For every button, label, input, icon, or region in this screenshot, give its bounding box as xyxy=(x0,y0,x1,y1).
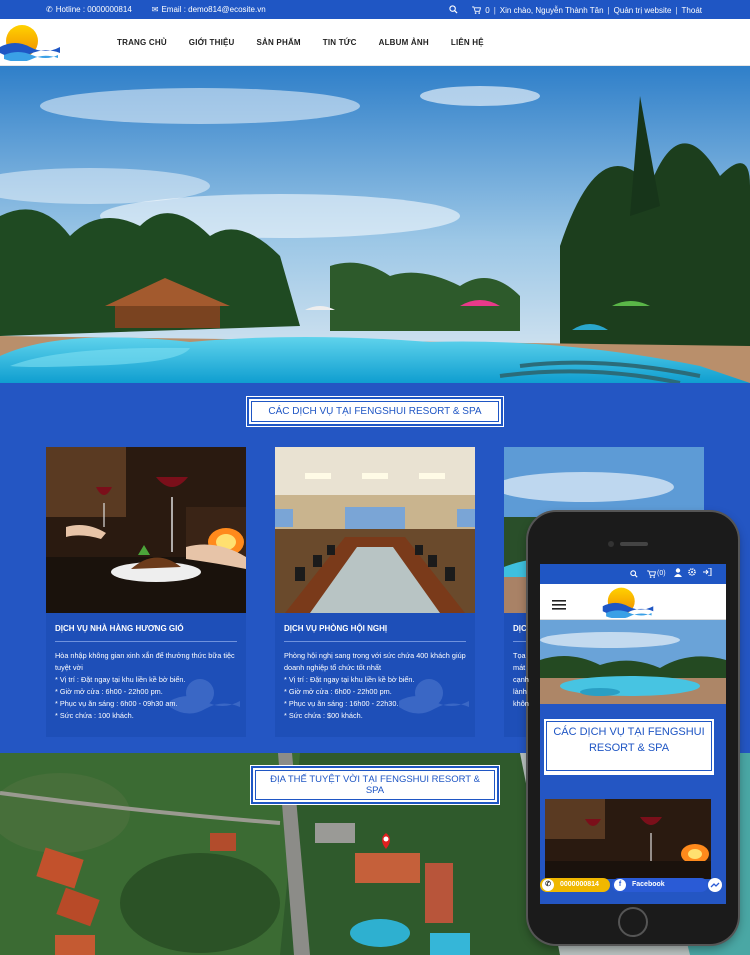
cart-icon[interactable] xyxy=(472,5,482,16)
user-icon[interactable] xyxy=(674,568,682,579)
messenger-icon[interactable] xyxy=(708,878,722,892)
menu-list: TRANG CHỦ GIỚI THIỆU SẢN PHẨM TIN TỨC AL… xyxy=(117,38,506,47)
facebook-button[interactable]: f Facebook xyxy=(612,878,708,892)
home-button[interactable] xyxy=(618,907,648,937)
mail-icon: ✉ xyxy=(151,5,159,14)
logout-link[interactable]: Thoát xyxy=(682,6,702,15)
mobile-services-heading-text: CÁC DỊCH VỤ TẠI FENGSHUI RESORT & SPA xyxy=(546,721,712,771)
phone-mockup: (0) CÁC DỊCH VỤ TẠI FENGSHUI RESORT & SP… xyxy=(528,512,738,944)
mobile-restaurant-image xyxy=(545,799,711,879)
service-card-desc: Phòng hội nghị sang trọng với sức chứa 4… xyxy=(284,651,466,720)
services-heading: CÁC DỊCH VỤ TẠI FENGSHUI RESORT & SPA xyxy=(246,396,504,427)
hotline-button[interactable]: ✆ 0000000814 xyxy=(540,878,610,892)
divider xyxy=(284,641,466,642)
search-icon[interactable] xyxy=(630,570,638,578)
divider: | xyxy=(675,6,678,15)
mobile-top-bar: (0) xyxy=(540,564,726,584)
email-text: Email : demo814@ecosite.vn xyxy=(161,5,266,14)
gear-icon[interactable] xyxy=(688,568,696,578)
divider xyxy=(55,641,237,642)
hotline-number: 0000000814 xyxy=(560,881,599,888)
mobile-contact-bar: ✆ 0000000814 f Facebook xyxy=(540,878,726,896)
main-navigation: TRANG CHỦ GIỚI THIỆU SẢN PHẨM TIN TỨC AL… xyxy=(0,19,750,66)
top-bar: ✆ Hotline : 0000000814 ✉ Email : demo814@e… xyxy=(0,0,750,19)
nav-item-about[interactable]: GIỚI THIỆU xyxy=(189,38,235,47)
service-card-desc: Hòa nhập không gian xinh xắn để thưởng t… xyxy=(55,651,235,720)
divider: | xyxy=(493,6,496,15)
greeting-text: Xin chào, Nguyễn Thành Tân xyxy=(499,6,604,15)
logout-icon[interactable] xyxy=(703,567,712,578)
service-card-conference[interactable]: DỊCH VỤ PHÒNG HỘI NGHỊ Phòng hội nghị sa… xyxy=(275,447,475,737)
conference-image xyxy=(275,447,475,613)
hotline-text: Hotline : 0000000814 xyxy=(55,5,132,14)
nav-item-home[interactable]: TRANG CHỦ xyxy=(117,38,167,47)
hero-banner xyxy=(0,66,750,383)
hotline-info[interactable]: ✆ Hotline : 0000000814 xyxy=(46,5,132,14)
service-card-restaurant[interactable]: DỊCH VỤ NHÀ HÀNG HƯƠNG GIÓ Hòa nhập khôn… xyxy=(46,447,246,737)
restaurant-image xyxy=(46,447,246,613)
mobile-cart-count[interactable]: (0) xyxy=(657,570,666,577)
phone-icon: ✆ xyxy=(542,879,554,891)
location-heading: ĐỊA THẾ TUYỆT VỜI TẠI FENGSHUI RESORT & … xyxy=(250,765,500,805)
phone-icon: ✆ xyxy=(46,5,53,14)
cart-count[interactable]: 0 xyxy=(485,6,489,15)
location-heading-text: ĐỊA THẾ TUYỆT VỜI TẠI FENGSHUI RESORT & … xyxy=(255,770,495,800)
hamburger-menu-icon[interactable] xyxy=(552,597,566,615)
facebook-label: Facebook xyxy=(632,881,665,888)
nav-item-album[interactable]: ALBUM ẢNH xyxy=(379,38,429,47)
divider: | xyxy=(607,6,610,15)
mobile-logo[interactable] xyxy=(602,586,654,623)
nav-item-products[interactable]: SẢN PHẨM xyxy=(257,38,301,47)
camera-dot xyxy=(608,541,614,547)
cart-icon[interactable] xyxy=(647,570,656,578)
mobile-nav xyxy=(540,584,726,620)
admin-link[interactable]: Quản trị website xyxy=(614,6,672,15)
service-card-title[interactable]: DỊCH VỤ NHÀ HÀNG HƯƠNG GIÓ xyxy=(46,613,246,641)
facebook-icon: f xyxy=(614,879,626,891)
service-card-desc: Tọa mát cạnh lành khôn xyxy=(513,651,529,708)
search-icon[interactable] xyxy=(449,5,458,16)
service-card-title[interactable]: DỊCH VỤ PHÒNG HỘI NGHỊ xyxy=(275,613,475,641)
email-info[interactable]: ✉ Email : demo814@ecosite.vn xyxy=(152,5,266,14)
speaker-slot xyxy=(620,542,648,546)
site-logo[interactable] xyxy=(0,23,60,62)
phone-screen: (0) CÁC DỊCH VỤ TẠI FENGSHUI RESORT & SP… xyxy=(540,564,726,904)
mobile-services-heading: CÁC DỊCH VỤ TẠI FENGSHUI RESORT & SPA xyxy=(543,718,715,776)
mobile-services: CÁC DỊCH VỤ TẠI FENGSHUI RESORT & SPA xyxy=(540,704,726,904)
nav-item-contact[interactable]: LIÊN HỆ xyxy=(451,38,484,47)
services-heading-text: CÁC DỊCH VỤ TẠI FENGSHUI RESORT & SPA xyxy=(251,401,499,422)
nav-item-news[interactable]: TIN TỨC xyxy=(323,38,357,47)
